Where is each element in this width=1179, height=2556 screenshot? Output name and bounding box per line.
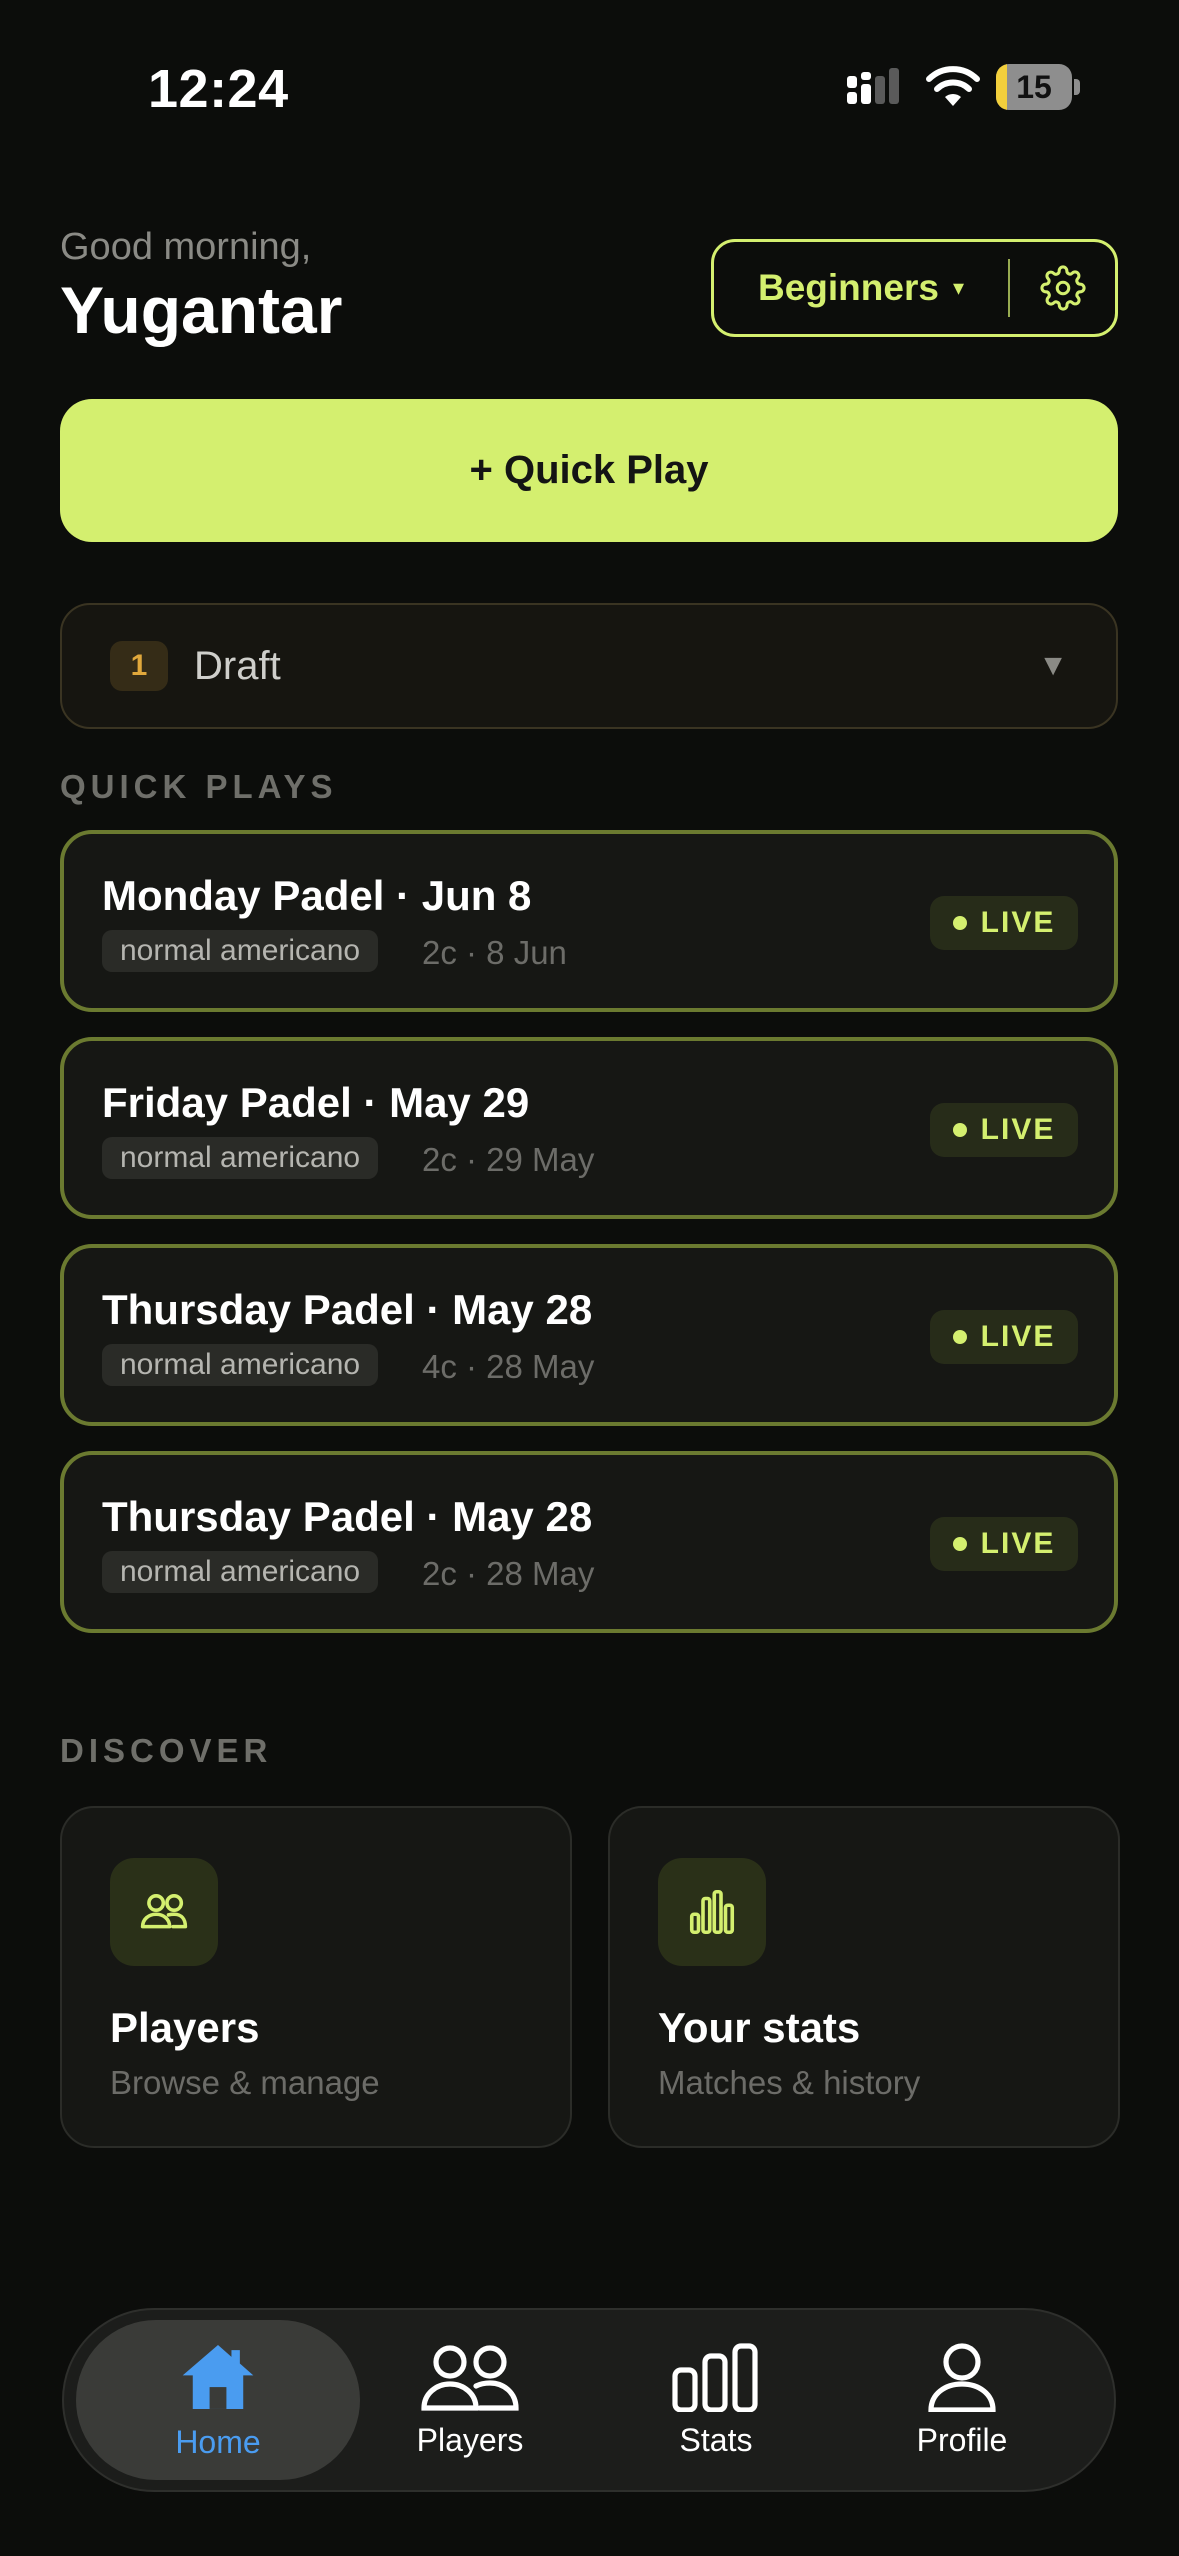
live-dot-icon [952,1537,967,1551]
user-name: Yugantar [60,273,343,347]
discover-heading: DISCOVER [60,1732,273,1769]
quick-play-button[interactable]: + Quick Play [60,399,1118,542]
play-title: Monday Padel · Jun 8 [102,872,532,919]
live-dot-icon [952,916,967,930]
play-meta: 2c · 8 Jun [422,934,567,971]
live-label: LIVE [980,1320,1056,1353]
live-dot-icon [952,1123,967,1137]
cellular-signal-icon [847,68,899,104]
wifi-icon [926,66,980,106]
quick-play-card[interactable]: Friday Padel · May 29 normal americano 2… [60,1037,1118,1219]
quick-play-card[interactable]: Thursday Padel · May 28 normal americano… [60,1451,1118,1633]
tab-label: Players [416,2421,524,2458]
battery-percentage: 15 [1016,69,1052,105]
bottom-tab-bar: Home Players Stats Profile [62,2308,1116,2492]
draft-label: Draft [194,643,281,688]
draft-count-badge: 1 [110,641,168,691]
quick-plays-heading: QUICK PLAYS [60,768,338,805]
discover-card-title: Players [110,2004,260,2051]
group-selector-button[interactable]: Beginners ▾ [714,242,1008,334]
chevron-down-icon: ▾ [952,275,964,300]
discover-stats-card[interactable]: Your stats Matches & history [608,1806,1120,2148]
chevron-down-icon: ▼ [1038,649,1068,682]
people-icon [421,2344,519,2411]
format-tag: normal americano [102,1551,379,1593]
bar-chart-icon [689,1889,735,1935]
tab-home[interactable]: Home [76,2320,360,2480]
group-selector-pill: Beginners ▾ [711,239,1118,337]
discover-card-subtitle: Matches & history [658,2064,921,2101]
play-meta: 4c · 28 May [422,1348,595,1385]
battery-indicator: 15 [996,64,1080,110]
tab-label: Profile [916,2421,1008,2458]
tab-profile[interactable]: Profile [820,2320,1104,2480]
live-badge: LIVE [930,1517,1078,1571]
play-meta: 2c · 29 May [422,1141,595,1178]
play-title: Thursday Padel · May 28 [102,1493,593,1540]
format-tag: normal americano [102,930,379,972]
live-label: LIVE [980,1527,1056,1560]
divider [1008,259,1010,317]
quick-play-card[interactable]: Thursday Padel · May 28 normal americano… [60,1244,1118,1426]
play-meta: 2c · 28 May [422,1555,595,1592]
discover-card-title: Your stats [658,2004,861,2051]
play-title: Friday Padel · May 29 [102,1079,530,1126]
tab-stats[interactable]: Stats [574,2320,858,2480]
format-tag: normal americano [102,1344,379,1386]
live-dot-icon [952,1330,967,1344]
person-icon [928,2342,996,2412]
quick-play-card[interactable]: Monday Padel · Jun 8 normal americano 2c… [60,830,1118,1012]
discover-card-subtitle: Browse & manage [110,2064,380,2101]
people-icon [140,1894,188,1929]
bar-chart-icon [672,2342,758,2412]
discover-players-card[interactable]: Players Browse & manage [60,1806,572,2148]
settings-button[interactable] [1010,242,1115,334]
stats-icon-tile [658,1858,766,1966]
live-badge: LIVE [930,1103,1078,1157]
tab-label: Home [175,2423,261,2460]
live-badge: LIVE [930,1310,1078,1364]
play-title: Thursday Padel · May 28 [102,1286,593,1333]
group-selector-label: Beginners [758,267,939,308]
live-label: LIVE [980,906,1056,939]
players-icon-tile [110,1858,218,1966]
gear-icon [1039,265,1086,311]
live-badge: LIVE [930,896,1078,950]
draft-dropdown[interactable]: 1 Draft ▼ [60,603,1118,729]
tab-label: Stats [679,2421,753,2458]
greeting-text: Good morning, [60,226,312,268]
house-icon [182,2344,254,2409]
status-time: 12:24 [148,59,289,119]
tab-players[interactable]: Players [328,2320,612,2480]
live-label: LIVE [980,1113,1056,1146]
format-tag: normal americano [102,1137,379,1179]
